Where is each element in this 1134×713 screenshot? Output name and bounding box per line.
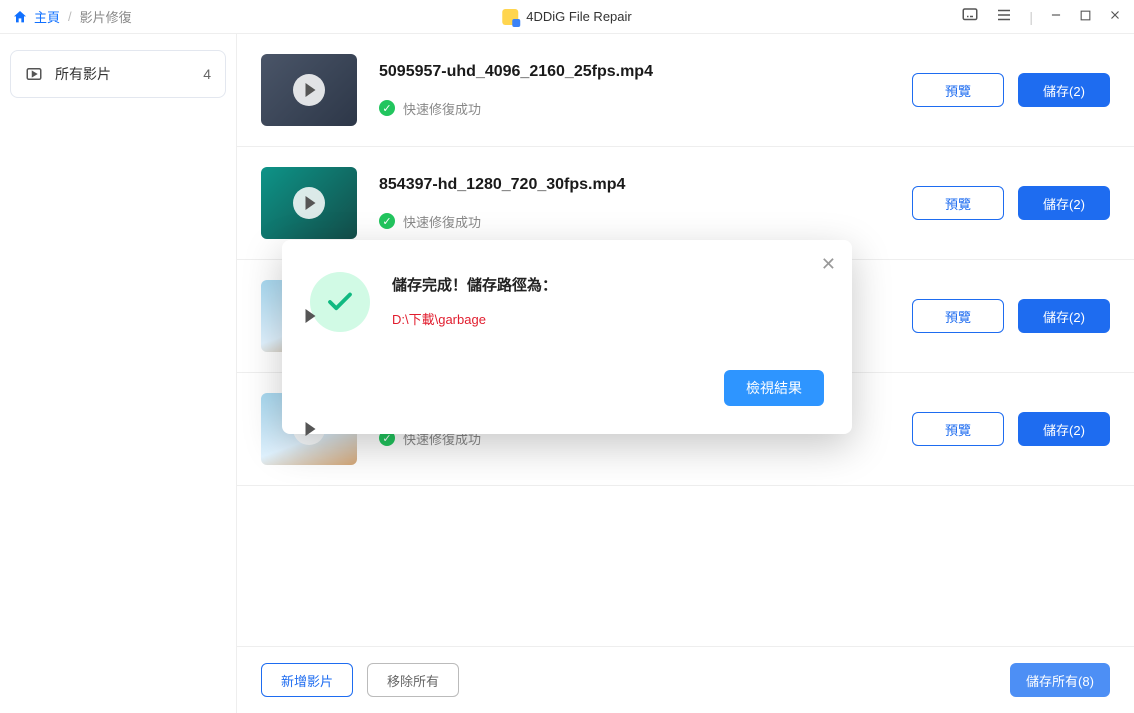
remove-all-button[interactable]: 移除所有 [367, 663, 459, 697]
sidebar-item-count: 4 [203, 66, 211, 82]
file-status: ✓ 快速修復成功 [379, 212, 890, 231]
add-video-button[interactable]: 新增影片 [261, 663, 353, 697]
preview-button[interactable]: 預覽 [912, 299, 1004, 333]
video-icon [25, 65, 43, 83]
file-row: 5095957-uhd_4096_2160_25fps.mp4 ✓ 快速修復成功… [237, 34, 1134, 147]
preview-button[interactable]: 預覽 [912, 73, 1004, 107]
video-thumbnail[interactable] [261, 167, 357, 239]
breadcrumb-separator: / [68, 9, 72, 24]
window-controls-separator: | [1029, 9, 1033, 25]
sidebar-item-label: 所有影片 [55, 64, 111, 84]
file-status-text: 快速修復成功 [403, 99, 481, 118]
app-logo-icon [502, 9, 518, 25]
modal-title: 儲存完成！儲存路徑為： [392, 274, 824, 295]
preview-button[interactable]: 預覽 [912, 412, 1004, 446]
file-name: 5095957-uhd_4096_2160_25fps.mp4 [379, 63, 890, 81]
success-check-icon: ✓ [379, 100, 395, 116]
minimize-button[interactable] [1049, 8, 1063, 25]
app-title: 4DDiG File Repair [502, 9, 631, 25]
app-title-text: 4DDiG File Repair [526, 9, 631, 24]
maximize-button[interactable] [1079, 9, 1092, 25]
breadcrumb-current: 影片修復 [80, 7, 132, 26]
modal-save-path: D:\下載\garbage [392, 309, 824, 328]
feedback-icon[interactable] [961, 6, 979, 27]
close-button[interactable] [1108, 8, 1122, 25]
save-button[interactable]: 儲存(2) [1018, 299, 1110, 333]
save-button[interactable]: 儲存(2) [1018, 186, 1110, 220]
file-name: 854397-hd_1280_720_30fps.mp4 [379, 176, 890, 194]
sidebar-item-all-videos[interactable]: 所有影片 4 [10, 50, 226, 98]
sidebar: 所有影片 4 [0, 34, 236, 713]
home-icon [12, 9, 28, 25]
modal-close-button[interactable]: ✕ [821, 254, 836, 275]
menu-icon[interactable] [995, 6, 1013, 27]
breadcrumb: 主頁 / 影片修復 [12, 7, 132, 26]
save-button[interactable]: 儲存(2) [1018, 412, 1110, 446]
preview-button[interactable]: 預覽 [912, 186, 1004, 220]
breadcrumb-home[interactable]: 主頁 [12, 7, 60, 26]
breadcrumb-home-label: 主頁 [34, 7, 60, 26]
view-result-button[interactable]: 檢視結果 [724, 370, 824, 406]
save-complete-modal: ✕ 儲存完成！儲存路徑為： D:\下載\garbage 檢視結果 [282, 240, 852, 434]
titlebar: 主頁 / 影片修復 4DDiG File Repair | [0, 0, 1134, 34]
file-status: ✓ 快速修復成功 [379, 99, 890, 118]
file-status-text: 快速修復成功 [403, 212, 481, 231]
save-all-button[interactable]: 儲存所有(8) [1010, 663, 1110, 697]
success-icon [310, 272, 370, 332]
success-check-icon: ✓ [379, 213, 395, 229]
window-controls: | [961, 6, 1122, 27]
footer-bar: 新增影片 移除所有 儲存所有(8) [237, 646, 1134, 713]
save-button[interactable]: 儲存(2) [1018, 73, 1110, 107]
video-thumbnail[interactable] [261, 54, 357, 126]
